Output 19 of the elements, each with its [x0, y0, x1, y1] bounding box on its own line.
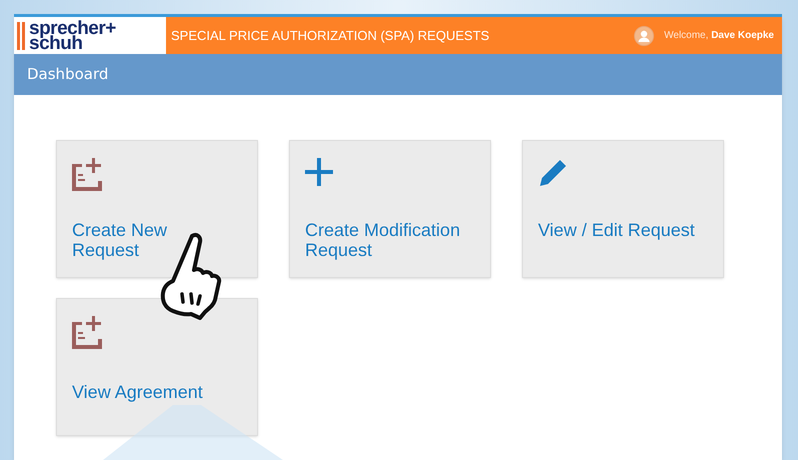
logo-text: sprecher+: [29, 20, 116, 36]
dashboard-tile[interactable]: Create New Request: [56, 140, 258, 278]
app-title: SPECIAL PRICE AUTHORIZATION (SPA) REQUESTS: [171, 26, 490, 45]
logo-text: schuh: [29, 36, 82, 50]
page-title: Dashboard: [27, 64, 108, 86]
tile-label: Create Modification Request: [305, 220, 462, 260]
tile-label: View Agreement: [72, 382, 203, 402]
tile-label: Create New Request: [72, 220, 168, 260]
tile-label: View / Edit Request: [538, 220, 695, 240]
document-plus-icon: [72, 158, 104, 192]
welcome-text: Welcome,: [664, 30, 708, 41]
plus-icon: [305, 158, 333, 186]
user-avatar-icon: [634, 26, 654, 46]
pencil-icon: [538, 158, 568, 188]
dashboard-tile[interactable]: View Agreement: [56, 298, 258, 436]
dashboard-tile[interactable]: View / Edit Request: [522, 140, 724, 278]
document-plus-icon: [72, 316, 104, 350]
dashboard-tile[interactable]: Create Modification Request: [289, 140, 491, 278]
user-name: Dave Koepke: [711, 30, 774, 41]
